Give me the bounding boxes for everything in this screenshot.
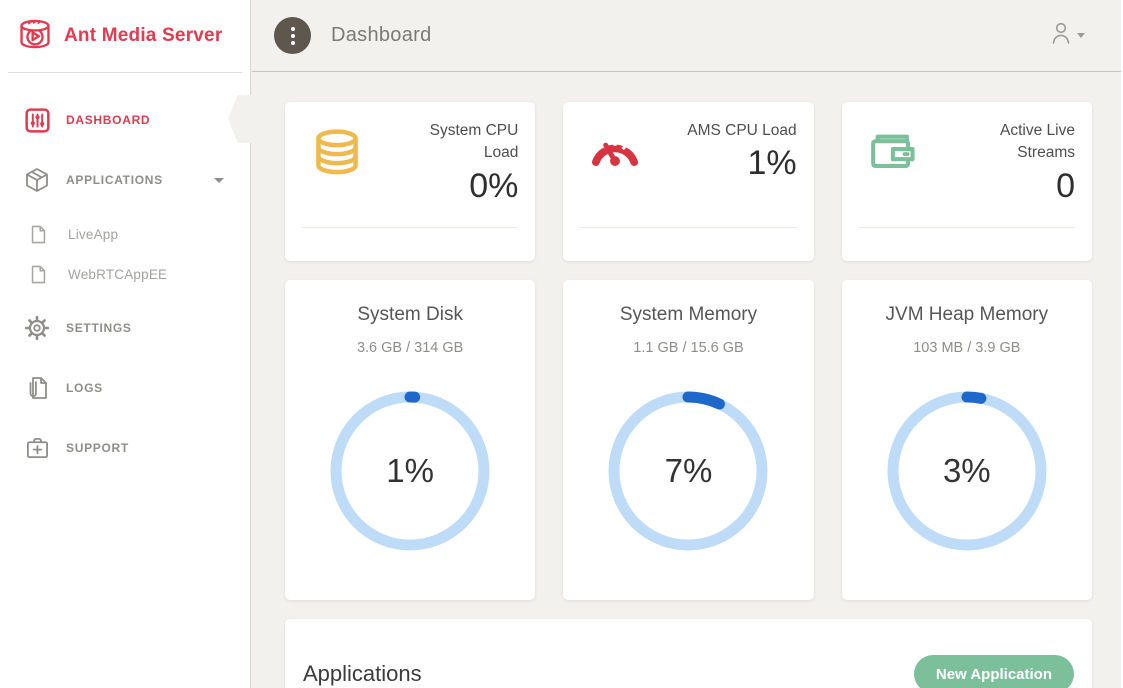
gauge-subtitle: 103 MB / 3.9 GB [842, 340, 1092, 356]
kebab-menu-icon [291, 27, 295, 45]
sidebar-item-dashboard[interactable]: DASHBOARD [0, 105, 250, 135]
sidebar-item-liveapp[interactable]: LiveApp [0, 221, 250, 247]
page-title: Dashboard [331, 24, 432, 47]
card-jvm-heap-memory: JVM Heap Memory 103 MB / 3.9 GB 3% [842, 280, 1092, 600]
chevron-down-icon[interactable] [214, 178, 224, 183]
dashboard-sliders-icon [24, 107, 50, 133]
package-icon [24, 167, 50, 193]
system-memory-gauge: 7% [603, 386, 773, 556]
logo-text: Ant Media Server [64, 25, 222, 47]
stat-value: 0% [394, 167, 518, 206]
support-icon [24, 435, 50, 461]
card-system-memory: System Memory 1.1 GB / 15.6 GB 7% [563, 280, 813, 600]
gauge-percent-label: 3% [882, 386, 1052, 556]
page-header: Dashboard [252, 0, 1123, 72]
stat-value: 1% [687, 144, 796, 183]
card-system-cpu-load: System CPU Load 0% [285, 102, 535, 261]
ant-media-logo-icon [16, 18, 54, 54]
stat-value: 0 [951, 167, 1075, 206]
sidebar: Ant Media Server DASHBOARD [0, 0, 251, 688]
gauge-title: JVM Heap Memory [842, 304, 1092, 326]
logo[interactable]: Ant Media Server [0, 0, 250, 72]
logs-icon [24, 375, 50, 401]
sidebar-item-label: DASHBOARD [66, 113, 150, 127]
applications-section: Applications New Application [285, 619, 1092, 688]
sidebar-item-applications[interactable]: APPLICATIONS [0, 165, 250, 195]
card-system-disk: System Disk 3.6 GB / 314 GB 1% [285, 280, 535, 600]
sidebar-item-label: SUPPORT [66, 441, 129, 455]
dashboard-content: System CPU Load 0% [252, 72, 1123, 688]
card-active-live-streams: Active Live Streams 0 [842, 102, 1092, 261]
user-menu[interactable] [1050, 21, 1085, 50]
stat-title: System CPU Load [394, 120, 518, 165]
system-disk-gauge: 1% [325, 386, 495, 556]
gauge-title: System Memory [563, 304, 813, 326]
gauge-percent-label: 7% [603, 386, 773, 556]
sidebar-item-label: SETTINGS [66, 321, 132, 335]
sidebar-item-logs[interactable]: LOGS [0, 373, 250, 403]
gauge-subtitle: 3.6 GB / 314 GB [285, 340, 535, 356]
wallet-icon [867, 126, 921, 180]
chevron-down-icon [1077, 33, 1085, 38]
sidebar-item-label: LiveApp [68, 227, 118, 242]
speedometer-icon [588, 126, 642, 180]
main-area: Dashboard [252, 0, 1123, 688]
user-icon [1050, 21, 1072, 50]
sidebar-item-label: WebRTCAppEE [68, 267, 167, 282]
gauge-cards-row: System Disk 3.6 GB / 314 GB 1% System Me… [285, 280, 1092, 600]
sidebar-item-webrtcappee[interactable]: WebRTCAppEE [0, 261, 250, 287]
database-icon [310, 126, 364, 180]
stat-title: Active Live Streams [951, 120, 1075, 165]
card-divider [580, 227, 796, 228]
kebab-menu-button[interactable] [274, 17, 311, 54]
file-icon [29, 265, 47, 283]
gear-icon [24, 315, 50, 341]
jvm-heap-gauge: 3% [882, 386, 1052, 556]
gauge-percent-label: 1% [325, 386, 495, 556]
sidebar-item-label: APPLICATIONS [66, 173, 163, 187]
applications-title: Applications [303, 661, 422, 687]
gauge-title: System Disk [285, 304, 535, 326]
sidebar-nav: DASHBOARD APPLICATIONS LiveAp [0, 73, 250, 463]
new-application-button[interactable]: New Application [914, 655, 1074, 688]
stat-title: AMS CPU Load [687, 120, 796, 142]
file-icon [29, 225, 47, 243]
sidebar-item-support[interactable]: SUPPORT [0, 433, 250, 463]
sidebar-item-settings[interactable]: SETTINGS [0, 313, 250, 343]
card-divider [859, 227, 1075, 228]
card-divider [302, 227, 518, 228]
sidebar-item-label: LOGS [66, 381, 103, 395]
stat-cards-row: System CPU Load 0% [285, 102, 1092, 261]
gauge-subtitle: 1.1 GB / 15.6 GB [563, 340, 813, 356]
card-ams-cpu-load: AMS CPU Load 1% [563, 102, 813, 261]
